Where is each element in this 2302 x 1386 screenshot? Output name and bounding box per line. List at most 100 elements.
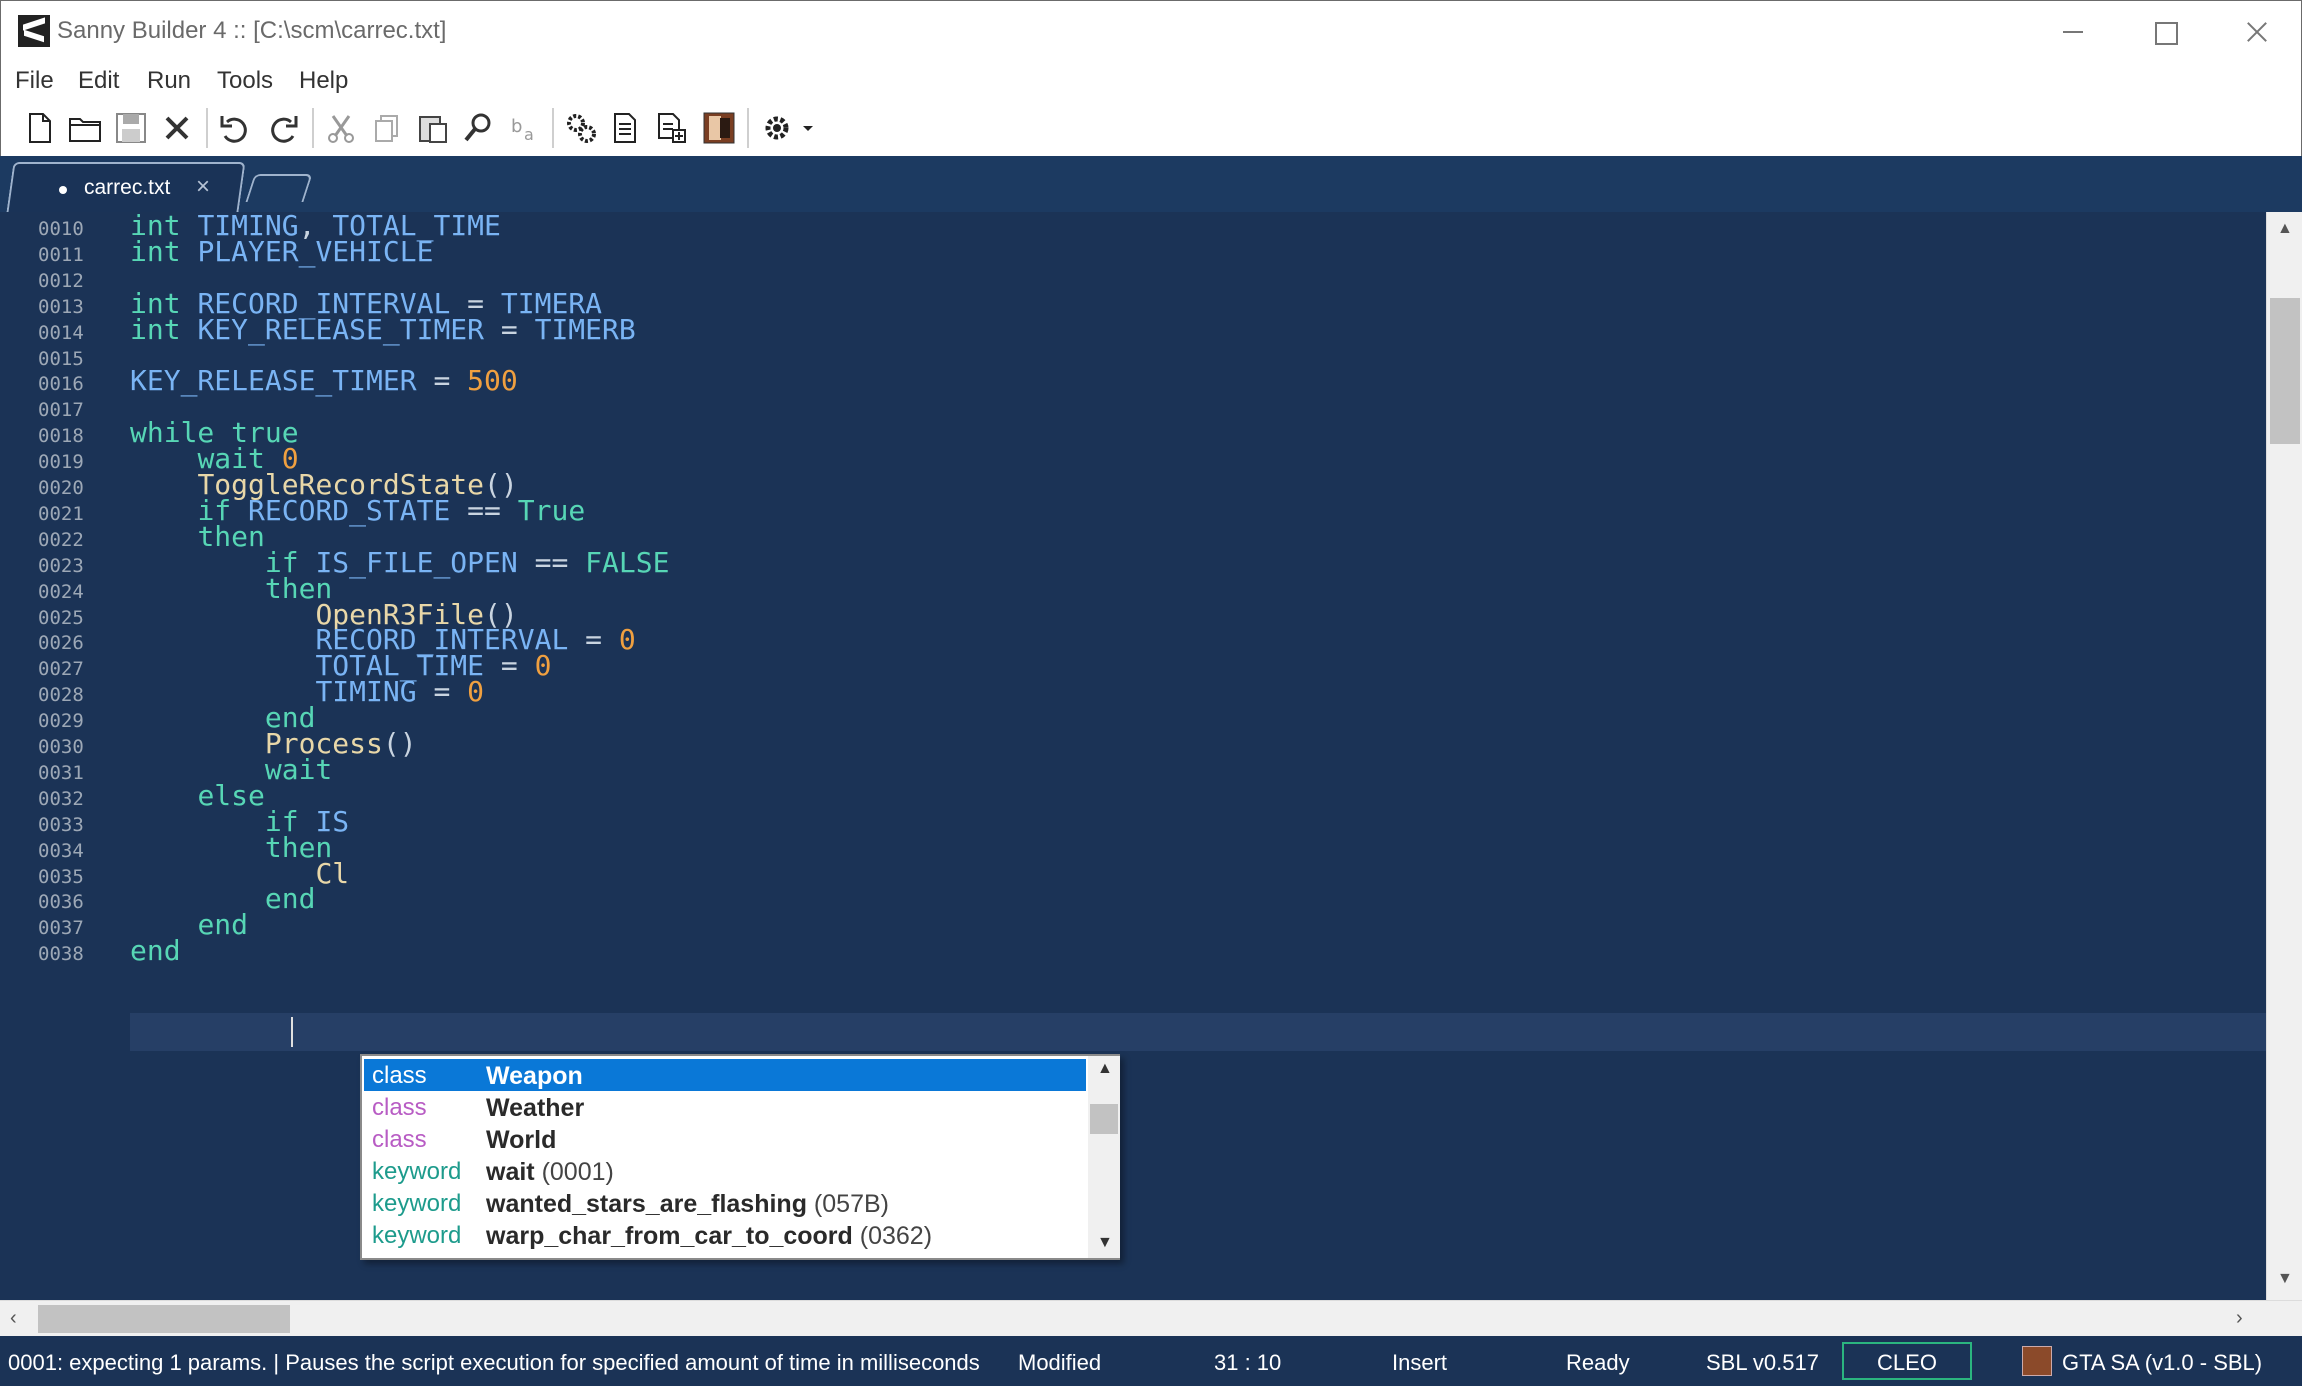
tab-strip: carrec.txt × [0, 156, 2302, 368]
vertical-scrollbar[interactable]: ▲ ▼ [2266, 212, 2302, 1300]
menu-edit[interactable]: Edit [78, 67, 119, 95]
line-number: 0013 [38, 295, 84, 318]
line-number: 0026 [38, 632, 84, 655]
find-icon[interactable] [461, 110, 497, 146]
line-number: 0035 [38, 865, 84, 888]
line-number: 0037 [38, 917, 84, 940]
tab-close-icon[interactable]: × [196, 173, 210, 201]
scroll-right-icon[interactable]: › [2236, 1307, 2243, 1330]
cut-icon[interactable] [323, 110, 359, 146]
scroll-down-icon[interactable]: ▼ [1097, 1234, 1113, 1252]
maximize-button[interactable] [2117, 1, 2209, 63]
autocomplete-item[interactable]: keyword wait (0001) [364, 1155, 1086, 1187]
line-number: 0034 [38, 839, 84, 862]
code-line: KEY_RELEASE_TIMER = 500 [130, 364, 518, 398]
autocomplete-kind: keyword [372, 1222, 462, 1249]
toolbar-separator [747, 108, 749, 148]
scroll-up-icon[interactable]: ▲ [2277, 220, 2293, 238]
line-number: 0032 [38, 787, 84, 810]
scroll-up-icon[interactable]: ▲ [1097, 1060, 1113, 1078]
line-number: 0023 [38, 554, 84, 577]
menu-file[interactable]: File [15, 67, 54, 95]
redo-icon[interactable] [265, 110, 301, 146]
line-number: 0022 [38, 528, 84, 551]
autocomplete-kind: class [372, 1062, 427, 1089]
autocomplete-item[interactable]: class World [364, 1123, 1086, 1155]
status-state: Ready [1566, 1350, 1630, 1375]
app-logo-icon [18, 15, 50, 47]
status-bar: 0001: expecting 1 params. | Pauses the s… [0, 1336, 2302, 1386]
menu-run[interactable]: Run [147, 67, 191, 95]
code-editor[interactable]: 0010 0011 0012 0013 0014 0015 0016 0017 0018 0019… [0, 212, 2266, 1300]
horizontal-scrollbar[interactable]: ‹ › [0, 1300, 2302, 1336]
autocomplete-item[interactable]: class Weather [364, 1091, 1086, 1123]
svg-text:b: b [511, 116, 522, 137]
game-icon[interactable] [701, 110, 737, 146]
tab-label: carrec.txt [84, 176, 171, 199]
status-hint: 0001: expecting 1 params. | Pauses the s… [8, 1350, 980, 1375]
modified-dot-icon [59, 186, 67, 194]
autocomplete-opcode: (057B) [806, 1190, 889, 1218]
autocomplete-opcode: (0362) [852, 1222, 933, 1250]
toolbar: ba [0, 100, 2302, 156]
autocomplete-item[interactable]: class Weapon [364, 1059, 1086, 1091]
line-number: 0014 [38, 321, 84, 344]
copy-icon[interactable] [369, 110, 405, 146]
autocomplete-item[interactable]: keyword warp_char_from_car_to_coord (0362… [364, 1219, 1086, 1251]
compile-run-icon[interactable] [607, 110, 643, 146]
menu-tools[interactable]: Tools [217, 67, 273, 95]
cleo-badge[interactable]: CLEO [1842, 1342, 1972, 1380]
line-number: 0033 [38, 813, 84, 836]
line-number: 0016 [38, 373, 84, 396]
horizontal-scroll-thumb[interactable] [38, 1305, 290, 1333]
compile-icon[interactable] [563, 110, 599, 146]
line-number: 0011 [38, 243, 84, 266]
line-number: 0027 [38, 658, 84, 681]
toolbar-separator [206, 108, 208, 148]
line-number: 0030 [38, 736, 84, 758]
line-number-gutter: 0010 0011 0012 0013 0014 0015 0016 0017 0018 0019… [0, 212, 110, 1300]
autocomplete-name: wait (0001) [486, 1158, 614, 1186]
title-bar: Sanny Builder 4 :: [C:\scm\carrec.txt] [0, 0, 2302, 62]
scroll-down-icon[interactable]: ▼ [2277, 1270, 2293, 1288]
autocomplete-kind: keyword [372, 1190, 462, 1217]
autocomplete-name: warp_char_from_car_to_coord (0362) [486, 1222, 933, 1250]
autocomplete-scrollbar[interactable]: ▲ ▼ [1088, 1056, 1120, 1258]
autocomplete-popup: class Weapon class Weather class World keyword… [360, 1054, 1120, 1260]
line-number: 0031 [38, 761, 84, 784]
new-file-icon[interactable] [21, 110, 57, 146]
paste-icon[interactable] [415, 110, 451, 146]
line-number: 0038 [38, 943, 84, 966]
menu-help[interactable]: Help [299, 67, 348, 95]
close-file-icon[interactable] [159, 110, 195, 146]
autocomplete-scroll-thumb[interactable] [1090, 1104, 1118, 1134]
text-caret [291, 1017, 293, 1047]
autocomplete-name: wanted_stars_are_flashing (057B) [486, 1190, 889, 1218]
scroll-left-icon[interactable]: ‹ [10, 1307, 17, 1330]
decompile-icon[interactable] [653, 110, 689, 146]
svg-text:a: a [524, 125, 534, 144]
minimize-button[interactable] [2025, 1, 2117, 63]
game-edition-icon [2022, 1346, 2052, 1376]
autocomplete-name: World [486, 1126, 557, 1154]
vertical-scroll-thumb[interactable] [2270, 298, 2300, 444]
close-window-button[interactable] [2209, 1, 2301, 63]
open-folder-icon[interactable] [67, 110, 103, 146]
autocomplete-kind: class [372, 1126, 427, 1153]
code-line: end [130, 934, 181, 968]
new-tab-button[interactable] [245, 174, 313, 202]
status-modified: Modified [1018, 1350, 1102, 1375]
autocomplete-item[interactable]: keyword wanted_stars_are_flashing (057B) [364, 1187, 1086, 1219]
line-number: 0012 [38, 269, 84, 292]
replace-icon[interactable]: ba [507, 110, 543, 146]
undo-icon[interactable] [217, 110, 253, 146]
code-line: int KEY_RELEASE_TIMER = TIMERB [130, 312, 636, 346]
line-number: 0020 [38, 477, 84, 499]
save-icon[interactable] [113, 110, 149, 146]
status-sbl-version: SBL v0.517 [1706, 1350, 1819, 1375]
status-edit-mode[interactable]: Insert [1392, 1350, 1447, 1376]
menu-bar: File Edit Run Tools Help [0, 62, 2302, 100]
line-number: 0018 [38, 425, 84, 448]
settings-icon[interactable] [759, 110, 819, 146]
status-game-edition[interactable]: GTA SA (v1.0 - SBL) [2062, 1350, 2262, 1376]
